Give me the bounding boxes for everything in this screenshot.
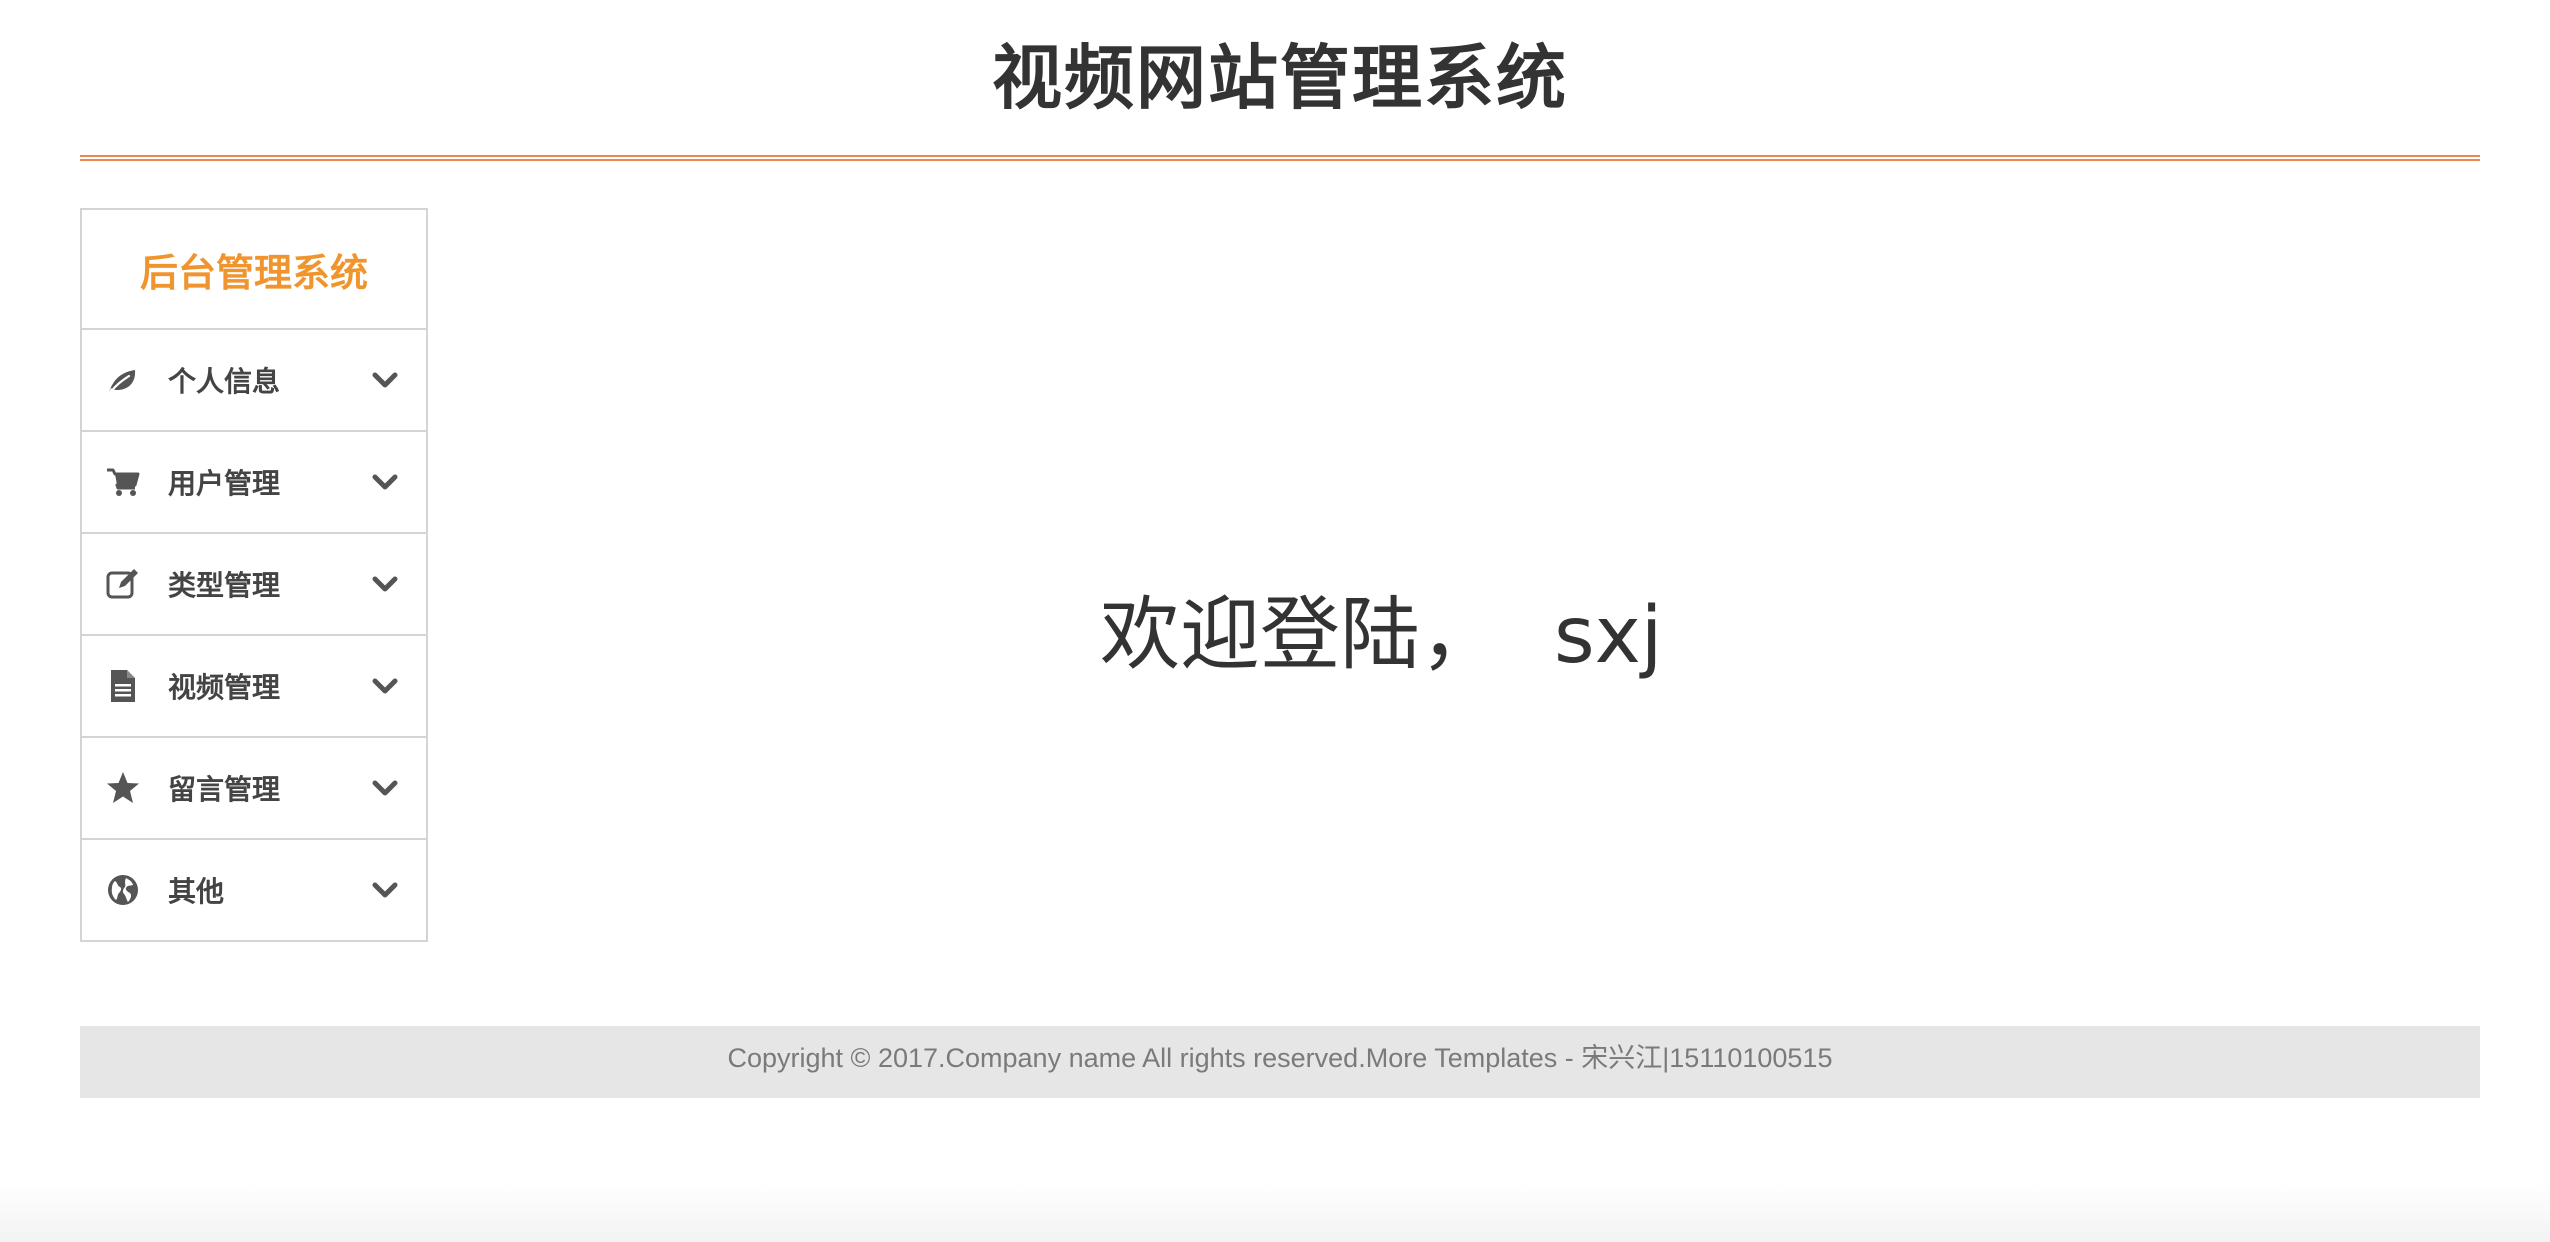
sidebar-item-personal-info[interactable]: 个人信息 <box>82 330 426 432</box>
sidebar-item-label: 留言管理 <box>168 773 281 806</box>
star-icon <box>104 769 142 807</box>
chevron-down-icon[interactable] <box>368 873 402 907</box>
header-divider <box>80 155 2480 161</box>
sidebar-item-label: 用户管理 <box>168 467 281 500</box>
sidebar-item-video-management[interactable]: 视频管理 <box>82 636 426 738</box>
chevron-down-icon[interactable] <box>368 465 402 499</box>
footer: Copyright © 2017.Company name All rights… <box>80 1026 2480 1098</box>
sidebar-heading: 后台管理系统 <box>82 210 426 330</box>
shopping-cart-icon <box>104 463 142 501</box>
sidebar-item-label: 其他 <box>168 875 225 908</box>
sidebar-item-other[interactable]: 其他 <box>82 840 426 940</box>
sidebar-item-user-management[interactable]: 用户管理 <box>82 432 426 534</box>
edit-icon <box>104 565 142 603</box>
sidebar-item-label: 类型管理 <box>168 569 281 602</box>
sidebar-item-type-management[interactable]: 类型管理 <box>82 534 426 636</box>
site-header: 视频网站管理系统 <box>80 0 2480 162</box>
username: sxj <box>1554 591 1663 681</box>
welcome-message: 欢迎登陆， sxj <box>1100 580 1800 690</box>
page: 视频网站管理系统 后台管理系统 个人信息 用户管理 类型管理 视频管理 留言管理… <box>0 0 2550 1242</box>
leaf-icon <box>104 361 142 399</box>
chevron-down-icon[interactable] <box>368 363 402 397</box>
sidebar-item-label: 视频管理 <box>168 671 281 704</box>
bottom-shadow <box>0 1182 2550 1242</box>
sidebar-item-label: 个人信息 <box>168 365 281 398</box>
globe-icon <box>104 871 142 909</box>
file-text-icon <box>104 667 142 705</box>
chevron-down-icon[interactable] <box>368 669 402 703</box>
sidebar-item-message-management[interactable]: 留言管理 <box>82 738 426 840</box>
welcome-text: 欢迎登陆， <box>1100 588 1500 681</box>
copyright-text: Copyright © 2017.Company name All rights… <box>727 1042 1833 1073</box>
chevron-down-icon[interactable] <box>368 771 402 805</box>
chevron-down-icon[interactable] <box>368 567 402 601</box>
site-title: 视频网站管理系统 <box>992 37 1568 119</box>
sidebar: 后台管理系统 个人信息 用户管理 类型管理 视频管理 留言管理 其他 <box>80 208 428 942</box>
